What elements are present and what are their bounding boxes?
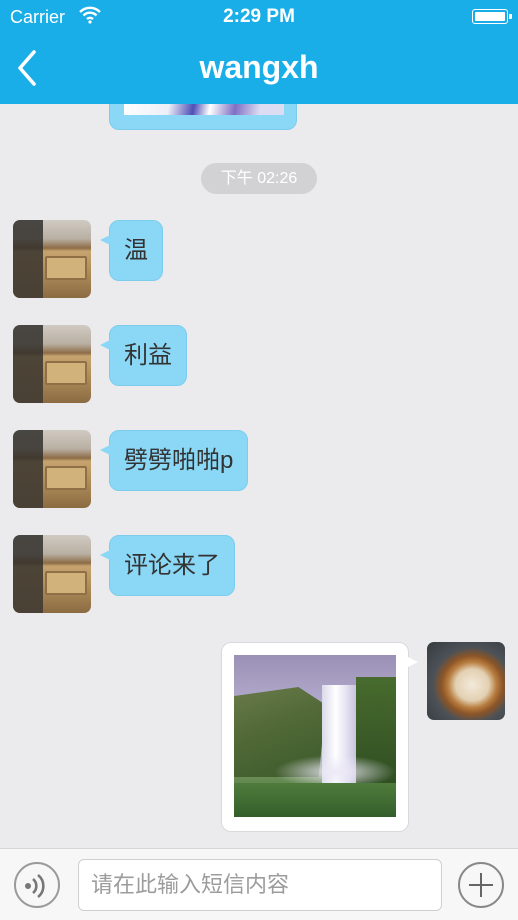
conversation-title: wangxh bbox=[199, 49, 319, 85]
status-bar: Carrier 2:29 PM bbox=[0, 0, 518, 34]
message-bubble[interactable]: 评论来了 bbox=[100, 535, 235, 596]
waterfall-photo bbox=[234, 655, 396, 817]
sender-avatar[interactable] bbox=[13, 430, 91, 508]
previous-image-thumbnail bbox=[124, 104, 284, 115]
message-list[interactable]: 下午 02:26 温 利益 劈劈啪啪p 评论来了 bbox=[0, 104, 518, 848]
voice-icon bbox=[25, 873, 45, 899]
message-bubble[interactable]: 劈劈啪啪p bbox=[99, 430, 249, 491]
status-time: 2:29 PM bbox=[223, 6, 295, 27]
previous-image-message[interactable] bbox=[109, 104, 297, 130]
timestamp-divider: 下午 02:26 bbox=[201, 163, 317, 194]
input-bar bbox=[0, 848, 518, 920]
sender-avatar[interactable] bbox=[13, 325, 91, 403]
message-bubble[interactable]: 利益 bbox=[100, 325, 187, 386]
message-input[interactable] bbox=[78, 859, 442, 911]
voice-button[interactable] bbox=[14, 862, 60, 908]
nav-bar: Carrier 2:29 PM wangxh bbox=[0, 0, 518, 104]
my-avatar[interactable] bbox=[427, 642, 505, 720]
add-attachment-button[interactable] bbox=[458, 862, 504, 908]
sender-avatar[interactable] bbox=[13, 535, 91, 613]
message-bubble[interactable]: 温 bbox=[100, 220, 163, 281]
battery-icon bbox=[472, 9, 512, 24]
image-message-bubble[interactable] bbox=[221, 642, 418, 832]
sender-avatar[interactable] bbox=[13, 220, 91, 298]
